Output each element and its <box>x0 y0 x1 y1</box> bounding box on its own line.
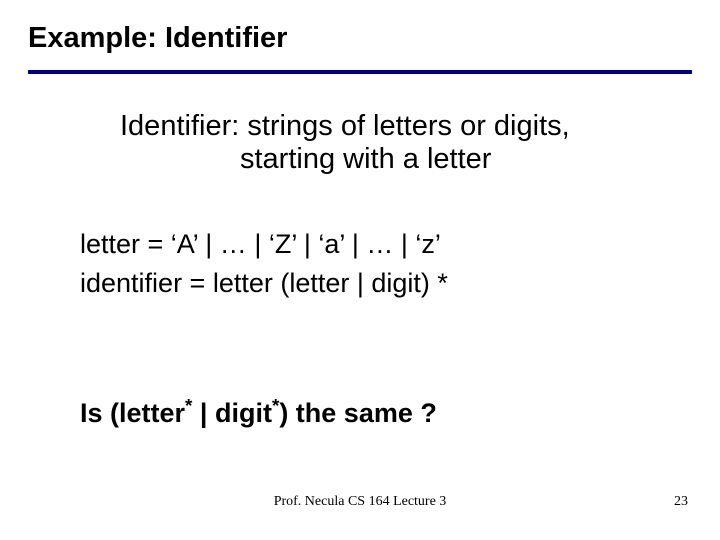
question-prefix: Is (letter <box>80 398 185 428</box>
footer-text: Prof. Necula CS 164 Lecture 3 <box>0 494 720 510</box>
definition-block: Identifier: strings of letters or digits… <box>120 110 680 176</box>
title-underline <box>28 70 692 74</box>
question-mid: | digit <box>192 398 272 428</box>
page-number: 23 <box>674 494 688 510</box>
grammar-identifier-rule: identifier = letter (letter | digit) * <box>80 264 448 303</box>
slide-title: Example: Identifier <box>28 22 287 55</box>
slide: Example: Identifier Identifier: strings … <box>0 0 720 540</box>
grammar-letter-rule: letter = ‘A’ | … | ‘Z’ | ‘a’ | … | ‘z’ <box>80 225 448 264</box>
grammar-block: letter = ‘A’ | … | ‘Z’ | ‘a’ | … | ‘z’ i… <box>80 225 448 303</box>
question-text: Is (letter* | digit*) the same ? <box>80 398 437 429</box>
definition-line2: starting with a letter <box>120 143 680 176</box>
definition-line1: Identifier: strings of letters or digits… <box>120 110 570 142</box>
question-suffix: ) the same ? <box>279 398 437 428</box>
